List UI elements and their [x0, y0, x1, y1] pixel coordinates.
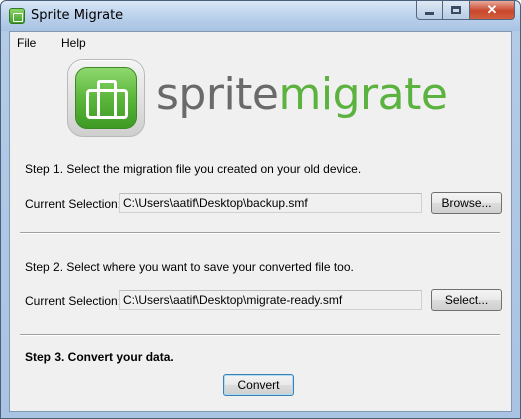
close-button[interactable]: ✕ — [470, 1, 515, 20]
browse-button[interactable]: Browse... — [431, 192, 502, 214]
separator-1 — [20, 232, 500, 234]
maximize-button[interactable] — [443, 1, 470, 20]
menu-bar: File Help — [10, 32, 511, 54]
app-logo: spritemigrate — [67, 59, 467, 143]
step1-instruction: Step 1. Select the migration file you cr… — [25, 162, 362, 176]
caption-buttons: ✕ — [416, 1, 515, 20]
step2-instruction: Step 2. Select where you want to save yo… — [25, 260, 354, 274]
minimize-icon — [425, 11, 434, 15]
separator-2 — [20, 334, 500, 336]
convert-button[interactable]: Convert — [223, 374, 294, 396]
close-icon: ✕ — [486, 2, 498, 17]
menu-help[interactable]: Help — [61, 36, 86, 50]
app-window: Sprite Migrate ✕ File Help spritemigrate… — [0, 0, 521, 419]
maximize-icon — [451, 6, 461, 14]
minimize-button[interactable] — [416, 1, 443, 20]
briefcase-logo-icon — [67, 59, 145, 137]
step1-path-field: C:\Users\aatif\Desktop\backup.smf — [119, 193, 422, 213]
step2-path-field: C:\Users\aatif\Desktop\migrate-ready.smf — [119, 290, 422, 310]
app-icon[interactable] — [9, 8, 25, 24]
step3-instruction: Step 3. Convert your data. — [25, 350, 174, 364]
logo-text-migrate: migrate — [278, 69, 448, 120]
select-button[interactable]: Select... — [431, 289, 502, 311]
logo-text-sprite: sprite — [156, 69, 279, 120]
step2-selection-label: Current Selection: — [25, 294, 122, 308]
window-title: Sprite Migrate — [31, 8, 124, 23]
step1-selection-label: Current Selection: — [25, 197, 122, 211]
client-area: File Help spritemigrate Step 1. Select t… — [9, 31, 512, 412]
menu-file[interactable]: File — [17, 36, 36, 50]
title-bar[interactable]: Sprite Migrate ✕ — [1, 1, 520, 31]
logo-wordmark: spritemigrate — [156, 67, 448, 123]
